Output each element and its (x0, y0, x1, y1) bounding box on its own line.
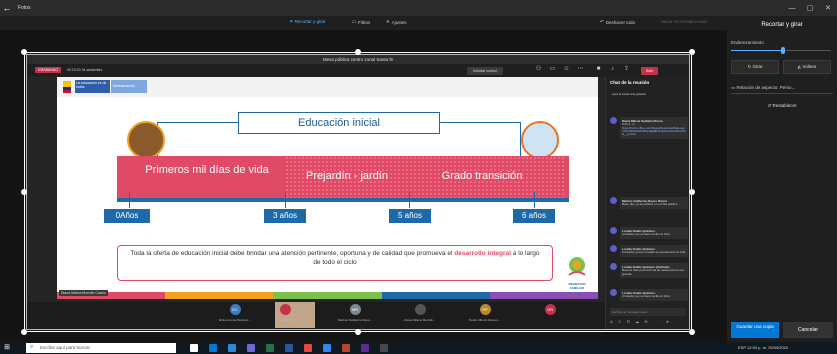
taskbar-app-icon[interactable] (380, 344, 388, 352)
undo-icon: ↶ (600, 19, 604, 24)
taskbar-app-icon[interactable] (190, 344, 198, 352)
adjust-icon: ✳ (386, 19, 390, 24)
windows-start-icon[interactable]: ⊞ (2, 343, 12, 353)
panel-title: Recortar y girar (761, 22, 803, 28)
crop-handle-bottom-left[interactable] (21, 329, 27, 335)
adjust-label: Ajustes (391, 19, 407, 25)
crop-handle-right[interactable] (689, 189, 695, 195)
minimize-button[interactable]: — (783, 5, 801, 12)
aspect-label: Relación de aspecto: Perso... (736, 85, 796, 90)
crop-rotate-tab[interactable]: ⌗ Recortar y girar (290, 19, 326, 24)
taskbar-search-input[interactable]: Escribe aquí para buscar (26, 343, 176, 353)
undo-all-label: Deshacer todo (605, 19, 636, 25)
reset-label: Restablecer (772, 103, 797, 108)
rotate-label: Girar (752, 64, 763, 69)
aspect-icon: ▭ (731, 85, 736, 90)
search-icon: ⌕ (30, 344, 34, 350)
compare-icon: ◌ (656, 19, 659, 24)
crop-handle-top[interactable] (355, 49, 361, 55)
crop-handle-top-right[interactable] (689, 49, 695, 55)
crop-handle-bottom[interactable] (355, 329, 361, 335)
reset-button[interactable]: ↺ Restablecer (749, 100, 815, 112)
app-title: Fotos (18, 5, 31, 11)
system-tray: ESP 12:00 p. m. 25/09/2020 (738, 345, 789, 350)
rotate-button[interactable]: ↻ Girar (731, 60, 779, 74)
cancel-button[interactable]: Cancelar (783, 322, 833, 338)
taskbar-app-icon[interactable] (266, 344, 274, 352)
adjust-tab[interactable]: ✳ Ajustes (386, 19, 407, 25)
crop-handle-top-left[interactable] (21, 49, 27, 55)
view-original-button[interactable]: ◌ Hacer un mosaico todo (656, 19, 707, 24)
app-title-bar: ← Fotos — ▢ ✕ (0, 0, 837, 16)
crop-frame[interactable] (24, 52, 692, 332)
flip-label: Voltear (802, 64, 817, 69)
aspect-ratio-dropdown[interactable]: ▭ Relación de aspecto: Perso... (731, 82, 833, 94)
taskbar-app-icon[interactable] (304, 344, 312, 352)
edit-toolbar: ⌗ Recortar y girar ☖ Filtros ✳ Ajustes ↶ Des… (0, 16, 727, 30)
filters-icon: ☖ (352, 19, 357, 24)
taskbar-app-icon[interactable] (323, 344, 331, 352)
maximize-button[interactable]: ▢ (801, 4, 819, 12)
back-arrow-icon[interactable]: ← (0, 3, 14, 13)
save-copy-button[interactable]: Guardar una copia (731, 322, 779, 338)
crop-handle-left[interactable] (21, 189, 27, 195)
filters-label: Filtros (358, 19, 371, 25)
crop-rotate-label: Recortar y girar (294, 19, 326, 24)
screen: ← Fotos — ▢ ✕ ⌗ Recortar y girar ☖ Filtros… (0, 0, 837, 354)
filters-tab[interactable]: ☖ Filtros (352, 19, 370, 25)
undo-all-button[interactable]: ↶ Deshacer todo (600, 19, 635, 25)
close-button[interactable]: ✕ (819, 4, 837, 12)
reset-icon: ↺ (767, 103, 772, 108)
flip-icon: ◭ (797, 64, 802, 69)
straighten-slider-thumb[interactable] (781, 47, 785, 54)
taskbar-app-icon[interactable] (361, 344, 369, 352)
view-original-label: Hacer un mosaico todo (660, 19, 707, 24)
straighten-slider-fill (731, 50, 783, 51)
taskbar-app-icon[interactable] (228, 344, 236, 352)
rotate-icon: ↻ (747, 64, 752, 69)
crop-handle-bottom-right[interactable] (689, 329, 695, 335)
taskbar-app-icon[interactable] (285, 344, 293, 352)
crop-rotate-panel: Recortar y girar Enderezamiento ↻ Girar … (727, 16, 837, 342)
windows-taskbar: ⊞ Escribe aquí para buscar ⌕ ESP 12:00 p… (0, 342, 837, 354)
straighten-label: Enderezamiento (731, 40, 764, 45)
taskbar-app-icon[interactable] (342, 344, 350, 352)
taskbar-app-icon[interactable] (247, 344, 255, 352)
taskbar-app-icon[interactable] (209, 344, 217, 352)
flip-button[interactable]: ◭ Voltear (783, 60, 831, 74)
crop-icon: ⌗ (290, 19, 293, 24)
